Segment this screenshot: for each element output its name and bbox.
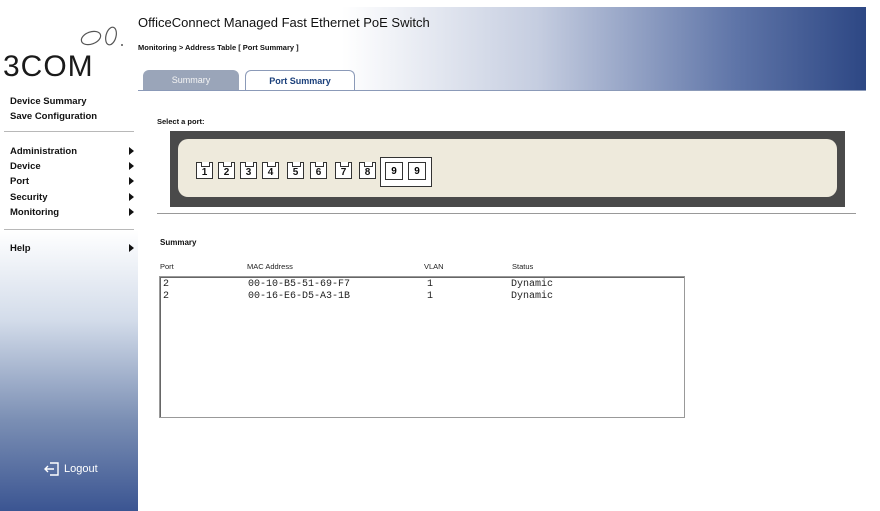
breadcrumb: Monitoring > Address Table [ Port Summar…: [138, 43, 299, 52]
cell-port: 2: [163, 291, 170, 302]
menu-security[interactable]: Security: [10, 192, 134, 203]
sidebar: 3COM Device Summary Save Configuration A…: [0, 0, 138, 511]
cell-port: 2: [163, 279, 170, 290]
chevron-right-icon: [129, 177, 134, 185]
port-7[interactable]: 7: [335, 162, 352, 179]
menu-label: Security: [10, 192, 48, 203]
menu-monitoring[interactable]: Monitoring: [10, 207, 134, 218]
port-4[interactable]: 4: [262, 162, 279, 179]
menu-label: Administration: [10, 146, 78, 157]
chevron-right-icon: [129, 162, 134, 170]
chevron-right-icon: [129, 193, 134, 201]
select-port-label: Select a port:: [157, 117, 205, 126]
chevron-right-icon: [129, 208, 134, 216]
cell-vlan: 1: [427, 291, 434, 302]
column-header-status: Status: [512, 262, 534, 271]
sidebar-divider: [4, 229, 134, 230]
header-divider: [138, 90, 866, 91]
port-1[interactable]: 1: [196, 162, 213, 179]
app-title: OfficeConnect Managed Fast Ethernet PoE …: [138, 15, 430, 30]
section-divider: [157, 213, 856, 214]
menu-label: Monitoring: [10, 207, 60, 218]
3com-logo-mark-icon: [80, 26, 123, 46]
logout-label: Logout: [64, 463, 98, 475]
tab-summary[interactable]: Summary: [143, 70, 239, 90]
cell-status: Dynamic: [511, 279, 554, 290]
tab-port-summary[interactable]: Port Summary: [245, 70, 355, 91]
save-configuration-link[interactable]: Save Configuration: [10, 111, 97, 122]
port-2[interactable]: 2: [218, 162, 235, 179]
menu-label: Device: [10, 161, 41, 172]
cell-vlan: 1: [427, 279, 434, 290]
logout-icon: [44, 462, 59, 476]
menu-label: Port: [10, 176, 29, 187]
menu-label: Help: [10, 243, 31, 254]
menu-device[interactable]: Device: [10, 161, 134, 172]
chevron-right-icon: [129, 244, 134, 252]
port-3[interactable]: 3: [240, 162, 257, 179]
address-table-listbox[interactable]: 2 00-10-B5-51-69-F7 1 Dynamic 2 00-16-E6…: [159, 276, 685, 418]
cell-mac: 00-16-E6-D5-A3-1B: [248, 291, 351, 302]
cell-mac: 00-10-B5-51-69-F7: [248, 279, 351, 290]
sfp-port-9b[interactable]: 9: [408, 162, 426, 180]
brand-logo: 3COM: [3, 50, 94, 83]
chevron-right-icon: [129, 147, 134, 155]
sfp-port-9a[interactable]: 9: [385, 162, 403, 180]
menu-administration[interactable]: Administration: [10, 146, 134, 157]
port-6[interactable]: 6: [310, 162, 327, 179]
column-header-port: Port: [160, 262, 174, 271]
menu-port[interactable]: Port: [10, 176, 134, 187]
cell-status: Dynamic: [511, 291, 554, 302]
device-summary-link[interactable]: Device Summary: [10, 96, 87, 107]
header: OfficeConnect Managed Fast Ethernet PoE …: [138, 7, 866, 91]
column-header-vlan: VLAN: [424, 262, 444, 271]
menu-help[interactable]: Help: [10, 243, 134, 254]
port-5[interactable]: 5: [287, 162, 304, 179]
summary-heading: Summary: [160, 238, 197, 247]
logout-button[interactable]: Logout: [44, 462, 98, 476]
column-header-mac-address: MAC Address: [247, 262, 293, 271]
port-8[interactable]: 8: [359, 162, 376, 179]
sidebar-divider: [4, 131, 134, 132]
